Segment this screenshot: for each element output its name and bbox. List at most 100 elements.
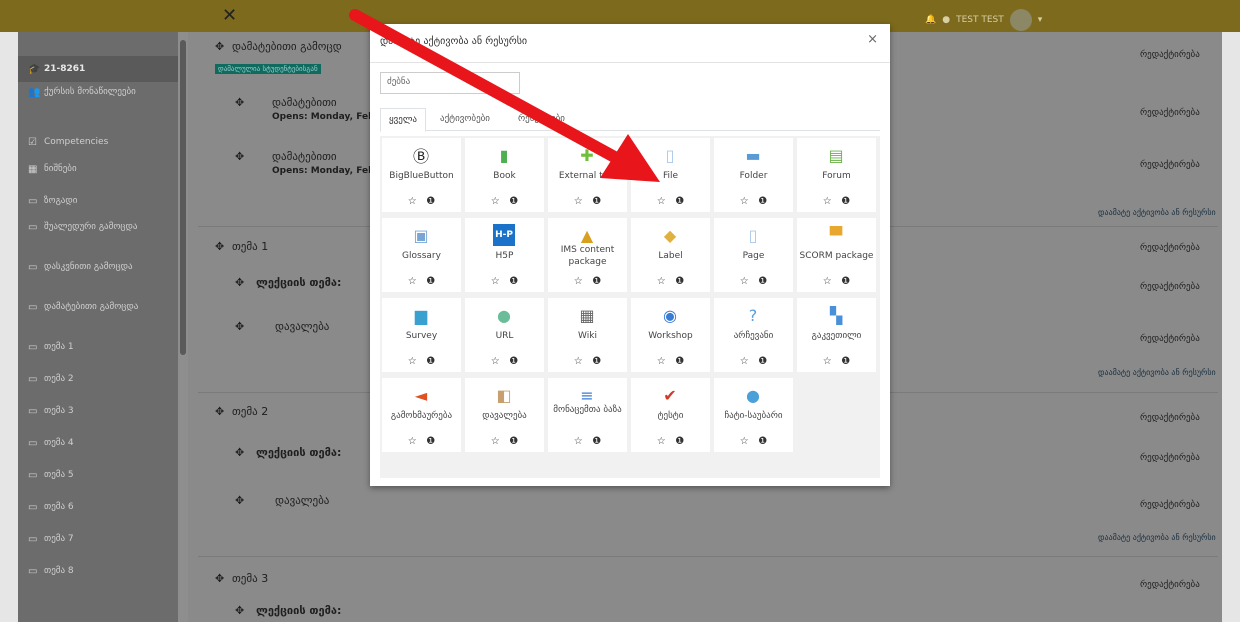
move-icon[interactable]: ✥ — [235, 494, 244, 507]
edit-menu[interactable]: რედაქტირება — [1140, 108, 1200, 118]
star-icon[interactable]: ☆ — [740, 276, 749, 287]
move-icon[interactable]: ✥ — [235, 150, 244, 163]
star-icon[interactable]: ☆ — [823, 276, 832, 287]
info-icon[interactable]: ❶ — [509, 276, 518, 287]
activity-tile[interactable]: ● ჩატი-საუბარი ☆ ❶ — [714, 378, 793, 452]
star-icon[interactable]: ☆ — [740, 356, 749, 367]
edit-menu[interactable]: რედაქტირება — [1140, 50, 1200, 60]
bell-icon[interactable]: 🔔 — [925, 15, 936, 25]
tab-activities[interactable]: აქტივობები — [432, 108, 498, 130]
star-icon[interactable]: ☆ — [574, 276, 583, 287]
tab-all[interactable]: ყველა — [380, 108, 426, 132]
move-icon[interactable]: ✥ — [235, 604, 244, 617]
star-icon[interactable]: ☆ — [657, 196, 666, 207]
close-icon[interactable]: ✕ — [222, 5, 237, 26]
info-icon[interactable]: ❶ — [592, 196, 601, 207]
star-icon[interactable]: ☆ — [491, 276, 500, 287]
move-icon[interactable]: ✥ — [235, 96, 244, 109]
edit-menu[interactable]: რედაქტირება — [1140, 453, 1200, 463]
star-icon[interactable]: ☆ — [657, 356, 666, 367]
activity-tile[interactable]: ▀ SCORM package ☆ ❶ — [797, 218, 876, 292]
move-icon[interactable]: ✥ — [215, 240, 224, 253]
move-icon[interactable]: ✥ — [215, 572, 224, 585]
info-icon[interactable]: ❶ — [426, 436, 435, 447]
edit-menu[interactable]: რედაქტირება — [1140, 243, 1200, 253]
star-icon[interactable]: ☆ — [574, 196, 583, 207]
info-icon[interactable]: ❶ — [509, 356, 518, 367]
move-icon[interactable]: ✥ — [215, 40, 224, 53]
star-icon[interactable]: ☆ — [408, 196, 417, 207]
assignment-link[interactable]: დავალება — [275, 320, 329, 333]
info-icon[interactable]: ❶ — [758, 356, 767, 367]
star-icon[interactable]: ☆ — [408, 436, 417, 447]
edit-menu[interactable]: რედაქტირება — [1140, 282, 1200, 292]
activity-tile[interactable]: ◉ Workshop ☆ ❶ — [631, 298, 710, 372]
star-icon[interactable]: ☆ — [657, 436, 666, 447]
activity-tile[interactable]: ✚ External tool ☆ ❶ — [548, 138, 627, 212]
star-icon[interactable]: ☆ — [491, 436, 500, 447]
star-icon[interactable]: ☆ — [740, 196, 749, 207]
activity-tile[interactable]: ● URL ☆ ❶ — [465, 298, 544, 372]
activity-tile[interactable]: ▬ Folder ☆ ❶ — [714, 138, 793, 212]
avatar[interactable] — [1009, 9, 1032, 31]
activity-tile[interactable]: ▯ Page ☆ ❶ — [714, 218, 793, 292]
activity-tile[interactable]: H-P H5P ☆ ❶ — [465, 218, 544, 292]
star-icon[interactable]: ☆ — [491, 196, 500, 207]
activity-tile[interactable]: ≡ მონაცემთა ბაზა ☆ ❶ — [548, 378, 627, 452]
edit-menu[interactable]: რედაქტირება — [1140, 413, 1200, 423]
activity-tile[interactable]: ? არჩევანი ☆ ❶ — [714, 298, 793, 372]
star-icon[interactable]: ☆ — [408, 276, 417, 287]
chevron-down-icon[interactable]: ▾ — [1038, 15, 1043, 25]
info-icon[interactable]: ❶ — [592, 436, 601, 447]
info-icon[interactable]: ❶ — [758, 276, 767, 287]
info-icon[interactable]: ❶ — [426, 356, 435, 367]
star-icon[interactable]: ☆ — [408, 356, 417, 367]
info-icon[interactable]: ❶ — [758, 436, 767, 447]
activity-tile[interactable]: ▦ Wiki ☆ ❶ — [548, 298, 627, 372]
add-activity-link[interactable]: დაამატე აქტივობა ან რესურსი — [1098, 208, 1216, 217]
move-icon[interactable]: ✥ — [235, 276, 244, 289]
info-icon[interactable]: ❶ — [841, 276, 850, 287]
star-icon[interactable]: ☆ — [823, 356, 832, 367]
scrollbar-thumb[interactable] — [180, 40, 186, 355]
info-icon[interactable]: ❶ — [841, 196, 850, 207]
add-activity-link[interactable]: დაამატე აქტივობა ან რესურსი — [1098, 533, 1216, 542]
info-icon[interactable]: ❶ — [592, 356, 601, 367]
activity-tile[interactable]: ✔ ტესტი ☆ ❶ — [631, 378, 710, 452]
user-name[interactable]: TEST TEST — [956, 15, 1004, 25]
star-icon[interactable]: ☆ — [740, 436, 749, 447]
assignment-link[interactable]: დავალება — [275, 494, 329, 507]
activity-tile[interactable]: ▮ Book ☆ ❶ — [465, 138, 544, 212]
info-icon[interactable]: ❶ — [426, 276, 435, 287]
star-icon[interactable]: ☆ — [574, 356, 583, 367]
add-activity-link[interactable]: დაამატე აქტივობა ან რესურსი — [1098, 368, 1216, 377]
edit-menu[interactable]: რედაქტირება — [1140, 580, 1200, 590]
edit-menu[interactable]: რედაქტირება — [1140, 334, 1200, 344]
info-icon[interactable]: ❶ — [592, 276, 601, 287]
activity-item-2[interactable]: დამატებითი — [272, 150, 337, 163]
move-icon[interactable]: ✥ — [215, 405, 224, 418]
info-icon[interactable]: ❶ — [841, 356, 850, 367]
star-icon[interactable]: ☆ — [823, 196, 832, 207]
info-icon[interactable]: ❶ — [509, 196, 518, 207]
move-icon[interactable]: ✥ — [235, 446, 244, 459]
activity-tile[interactable]: ◄ გამოხმაურება ☆ ❶ — [382, 378, 461, 452]
star-icon[interactable]: ☆ — [491, 356, 500, 367]
info-icon[interactable]: ❶ — [675, 356, 684, 367]
info-icon[interactable]: ❶ — [675, 436, 684, 447]
info-icon[interactable]: ❶ — [426, 196, 435, 207]
search-input[interactable]: ძებნა — [380, 72, 520, 94]
close-icon[interactable]: × — [867, 32, 878, 47]
activity-tile[interactable]: ▚ გაკვეთილი ☆ ❶ — [797, 298, 876, 372]
activity-tile[interactable]: ▤ Forum ☆ ❶ — [797, 138, 876, 212]
info-icon[interactable]: ❶ — [675, 196, 684, 207]
info-icon[interactable]: ❶ — [675, 276, 684, 287]
chat-bubble-icon[interactable]: ● — [942, 15, 950, 25]
activity-item-1[interactable]: დამატებითი — [272, 96, 337, 109]
info-icon[interactable]: ❶ — [509, 436, 518, 447]
tab-resources[interactable]: რესურსები — [510, 108, 573, 130]
activity-tile[interactable]: ▲ IMS content package ☆ ❶ — [548, 218, 627, 292]
info-icon[interactable]: ❶ — [758, 196, 767, 207]
star-icon[interactable]: ☆ — [657, 276, 666, 287]
activity-tile[interactable]: ▣ Glossary ☆ ❶ — [382, 218, 461, 292]
